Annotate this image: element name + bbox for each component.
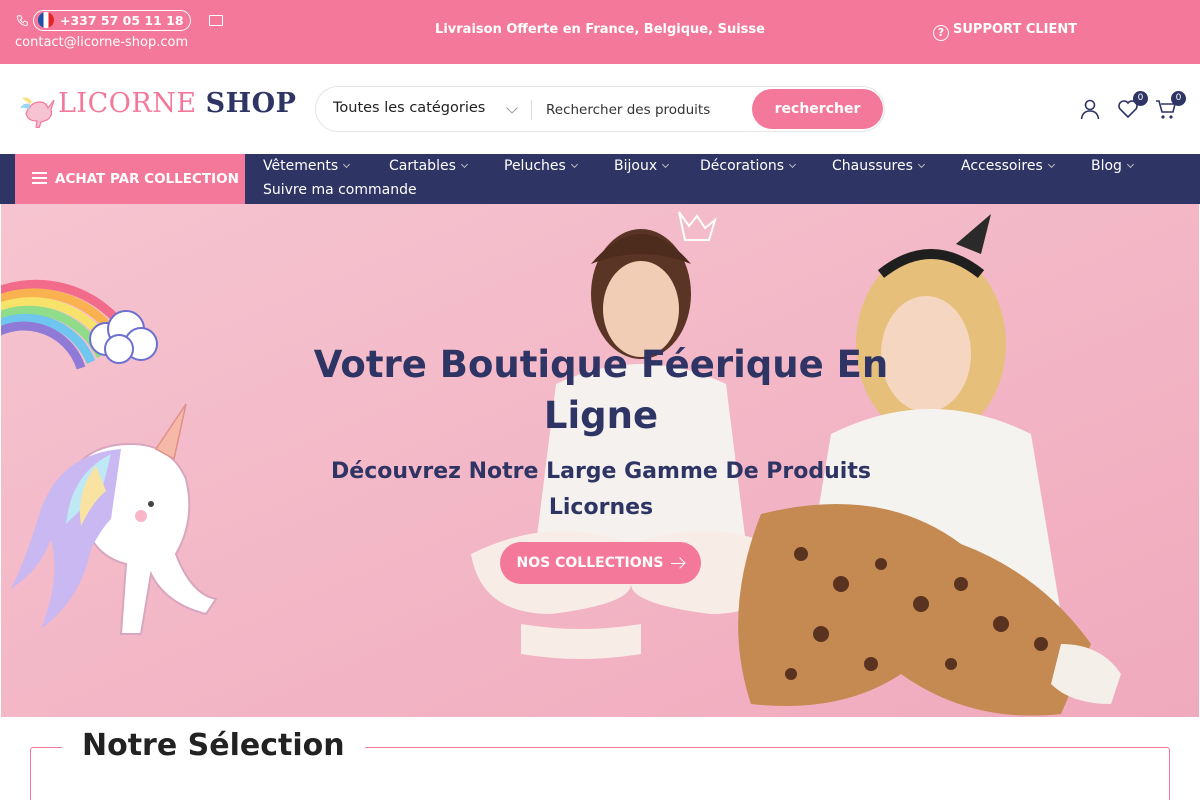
logo-text-licorne: LICORNE: [58, 88, 197, 119]
france-flag-icon: [38, 12, 54, 28]
shipping-notice: Livraison Offerte en France, Belgique, S…: [435, 22, 765, 37]
nav-item-chaussures[interactable]: Chaussures: [832, 158, 925, 174]
arrow-right-icon: [671, 562, 685, 564]
phone-link[interactable]: +337 57 05 11 18: [33, 10, 191, 31]
question-icon: ?: [933, 25, 949, 41]
hero-button-label: NOS COLLECTIONS: [516, 555, 664, 571]
chevron-down-icon: [343, 160, 351, 169]
chevron-down-icon: [917, 160, 925, 169]
chevron-down-icon: [570, 160, 578, 169]
nav-label: Vêtements: [263, 158, 339, 174]
search-input[interactable]: [546, 95, 746, 125]
logo-text-shop: SHOP: [205, 88, 297, 119]
nav-label: Peluches: [504, 158, 566, 174]
collection-label: ACHAT PAR COLLECTION: [55, 171, 239, 187]
shop-by-collection-button[interactable]: ACHAT PAR COLLECTION: [15, 154, 245, 204]
nav-label: Bijoux: [614, 158, 658, 174]
nav-label: Décorations: [700, 158, 785, 174]
wishlist-count-badge: 0: [1133, 91, 1148, 106]
hero-subtitle: Découvrez Notre Large Gamme De Produits …: [331, 459, 871, 520]
nav-label: Cartables: [389, 158, 456, 174]
menu-icon: [32, 172, 47, 184]
chevron-down-icon: [1126, 160, 1134, 169]
phone-number: +337 57 05 11 18: [60, 13, 184, 28]
nav-item-blog[interactable]: Blog: [1091, 158, 1134, 174]
nav-item-bijoux[interactable]: Bijoux: [614, 158, 670, 174]
category-select[interactable]: Toutes les catégories: [333, 100, 533, 116]
cart-button[interactable]: 0: [1154, 91, 1186, 121]
search-divider: [531, 100, 532, 120]
nav-item-vetements[interactable]: Vêtements: [263, 158, 351, 174]
chevron-down-icon: [460, 160, 468, 169]
search-button[interactable]: rechercher: [752, 89, 883, 129]
nav-label: Accessoires: [961, 158, 1043, 174]
unicorn-logo-icon: [20, 97, 55, 128]
wishlist-button[interactable]: 0: [1116, 91, 1148, 121]
cart-count-badge: 0: [1171, 91, 1186, 106]
logo[interactable]: LICORNE SHOP: [18, 86, 296, 130]
top-bar: +337 57 05 11 18 contact@licorne-shop.com…: [0, 0, 1200, 64]
contact-info: +337 57 05 11 18 contact@licorne-shop.com: [15, 10, 335, 54]
hero-banner: Votre Boutique Féerique En Ligne Découvr…: [1, 204, 1199, 717]
nav-label: Blog: [1091, 158, 1122, 174]
chevron-down-icon: [662, 160, 670, 169]
header: LICORNE SHOP Toutes les catégories reche…: [0, 64, 1200, 154]
mail-icon: [208, 15, 223, 26]
hero-title: Votre Boutique Féerique En Ligne: [313, 343, 889, 437]
search-bar: Toutes les catégories rechercher: [315, 86, 885, 132]
nav-item-accessoires[interactable]: Accessoires: [961, 158, 1055, 174]
support-link[interactable]: ? SUPPORT CLIENT: [933, 22, 1077, 41]
nav-item-peluches[interactable]: Peluches: [504, 158, 578, 174]
main-nav: ACHAT PAR COLLECTION Vêtements Cartables…: [0, 154, 1200, 204]
nav-item-decorations[interactable]: Décorations: [700, 158, 797, 174]
nav-item-cartables[interactable]: Cartables: [389, 158, 468, 174]
nav-label: Chaussures: [832, 158, 913, 174]
email-link[interactable]: contact@licorne-shop.com: [15, 35, 188, 50]
our-collections-button[interactable]: NOS COLLECTIONS: [500, 542, 701, 584]
user-icon[interactable]: [1078, 97, 1102, 121]
section-title: Notre Sélection: [62, 728, 365, 763]
phone-icon: [16, 14, 28, 26]
chevron-down-icon: [789, 160, 797, 169]
nav-item-track-order[interactable]: Suivre ma commande: [263, 182, 417, 198]
chevron-down-icon: [1047, 160, 1055, 169]
support-label: SUPPORT CLIENT: [953, 22, 1078, 37]
